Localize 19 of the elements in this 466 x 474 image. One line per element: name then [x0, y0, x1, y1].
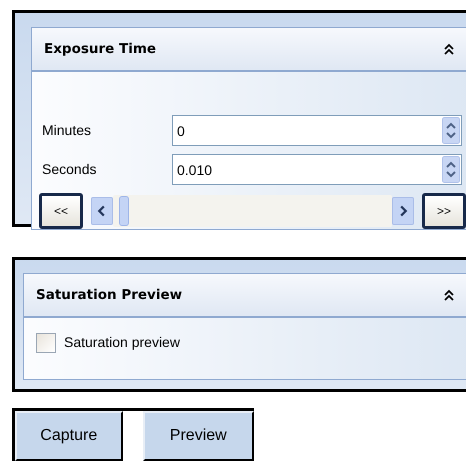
collapse-icon[interactable] — [444, 289, 454, 301]
action-button[interactable]: Preview — [142, 411, 254, 461]
next-button[interactable]: >> — [422, 193, 466, 229]
collapse-icon[interactable] — [444, 43, 454, 55]
checkbox-label: Saturation preview — [64, 333, 180, 352]
checkbox[interactable] — [36, 332, 56, 352]
field-label: Minutes — [42, 121, 92, 140]
slider-thumb[interactable] — [118, 196, 129, 226]
panel-title: Saturation Preview — [36, 286, 182, 305]
scroll-right-icon[interactable] — [392, 197, 414, 225]
spinner-icon[interactable] — [442, 117, 460, 144]
spinner-icon[interactable] — [442, 156, 460, 183]
scroll-left-icon[interactable] — [91, 197, 113, 225]
action-button[interactable]: Capture — [15, 411, 123, 461]
previous-button[interactable]: << — [39, 193, 83, 229]
spin-field[interactable]: 0.010 — [172, 154, 462, 185]
spin-field[interactable]: 0 — [172, 115, 462, 146]
panel-title: Exposure Time — [44, 40, 156, 59]
field-label: Seconds — [42, 160, 98, 179]
